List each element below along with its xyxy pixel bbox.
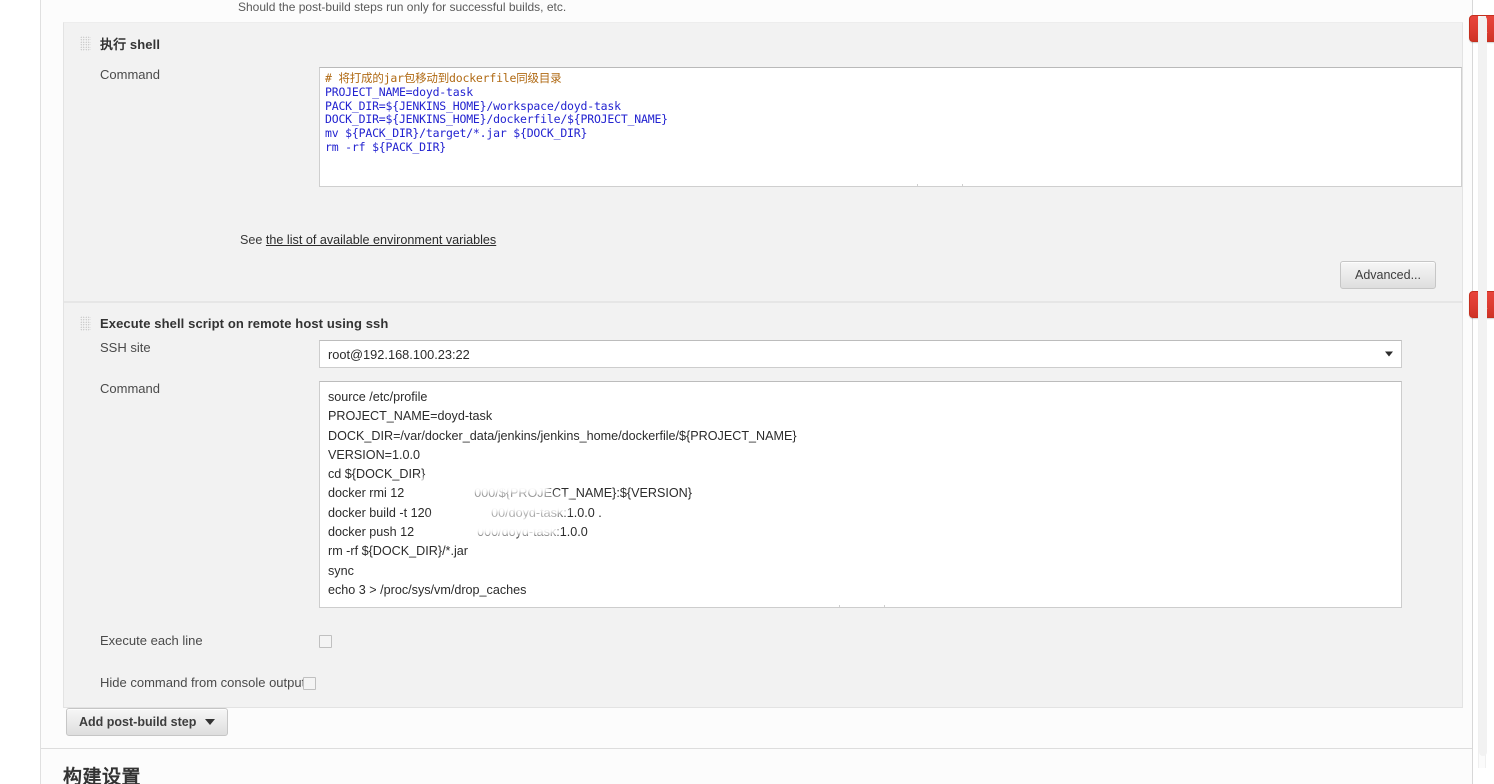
add-post-build-step-button[interactable]: Add post-build step xyxy=(66,708,229,736)
command-line: sync xyxy=(328,563,354,578)
section-divider xyxy=(41,748,1472,749)
chevron-down-icon xyxy=(205,719,216,725)
command-line: docker rmi 12 000/${PROJECT_NAME}:${VERS… xyxy=(328,486,692,501)
env-variables-prefix: See xyxy=(240,233,266,247)
hide-command-checkbox[interactable] xyxy=(303,676,316,690)
env-variables-link[interactable]: the list of available environment variab… xyxy=(266,233,496,247)
build-settings-heading: 构建设置 xyxy=(63,767,142,784)
command-line: rm -rf ${DOCK_DIR}/*.jar xyxy=(328,544,468,559)
command-line: DOCK_DIR=/var/docker_data/jenkins/jenkin… xyxy=(328,428,797,443)
code-line: PROJECT_NAME=doyd-task xyxy=(325,84,473,99)
command-line: source /etc/profile xyxy=(328,390,428,404)
code-line: PACK_DIR=${JENKINS_HOME}/workspace/doyd-… xyxy=(325,98,621,113)
code-line: # 将打成的jar包移动到dockerfile同级目录 xyxy=(325,71,562,85)
command-line: docker push 12 000/doyd-task:1.0.0 xyxy=(328,525,588,540)
page-scrollbar-thumb[interactable] xyxy=(1479,16,1487,756)
execute-shell-command-row: Command # 将打成的jar包移动到dockerfile同级目录 PROJ… xyxy=(64,67,1462,187)
hide-command-row: Hide command from console output xyxy=(64,675,1462,691)
chevron-down-icon xyxy=(1385,351,1393,357)
execute-shell-command-textarea[interactable]: # 将打成的jar包移动到dockerfile同级目录 PROJECT_NAME… xyxy=(319,67,1462,187)
env-variables-line: See the list of available environment va… xyxy=(240,233,496,247)
execute-ssh-title: Execute shell script on remote host usin… xyxy=(100,315,389,331)
ssh-command-row: Command source /etc/profile PROJECT_NAME… xyxy=(64,381,1462,608)
execute-shell-title: 执行 shell xyxy=(100,36,161,52)
add-post-build-step-label: Add post-build step xyxy=(79,715,197,729)
code-line: mv ${PACK_DIR}/target/*.jar ${DOCK_DIR} xyxy=(325,126,588,141)
execute-each-line-label: Execute each line xyxy=(100,633,203,648)
command-line: cd ${DOCK_DIR} xyxy=(328,467,426,482)
ssh-site-value: root@192.168.100.23:22 xyxy=(328,346,470,362)
code-line: DOCK_DIR=${JENKINS_HOME}/dockerfile/${PR… xyxy=(325,112,668,127)
command-line: VERSION=1.0.0 xyxy=(328,447,421,462)
execute-ssh-header: Execute shell script on remote host usin… xyxy=(64,303,1462,343)
code-line: rm -rf ${PACK_DIR} xyxy=(325,139,447,154)
post-build-hint-text: Should the post-build steps run only for… xyxy=(238,0,567,14)
textarea-resize-handle[interactable] xyxy=(839,605,885,607)
command-line: PROJECT_NAME=doyd-task xyxy=(328,409,493,424)
ssh-site-label: SSH site xyxy=(100,340,151,355)
command-line: echo 3 > /proc/sys/vm/drop_caches xyxy=(328,582,527,597)
ssh-site-row: SSH site root@192.168.100.23:22 xyxy=(64,340,1462,368)
left-column-border xyxy=(40,0,41,784)
drag-handle-icon[interactable] xyxy=(80,35,91,51)
execute-shell-command-label: Command xyxy=(100,67,160,82)
drag-handle-icon[interactable] xyxy=(80,315,91,331)
hide-command-label: Hide command from console output xyxy=(100,675,306,690)
execute-shell-header: 执行 shell xyxy=(64,23,1462,63)
textarea-resize-handle[interactable] xyxy=(917,184,963,186)
page-scrollbar-track[interactable] xyxy=(1478,16,1487,768)
build-step-execute-shell: 执行 shell X ? Command # 将打成的jar包移动到docker… xyxy=(64,15,1494,301)
ssh-site-select[interactable]: root@192.168.100.23:22 xyxy=(319,340,1402,368)
command-line: docker build -t 120 00/doyd-task:1.0.0 . xyxy=(328,505,602,520)
advanced-button[interactable]: Advanced... xyxy=(1339,261,1436,289)
jenkins-job-config-page: Should the post-build steps run only for… xyxy=(0,0,1494,784)
execute-each-line-row: Execute each line xyxy=(64,633,1462,649)
build-step-execute-ssh: Execute shell script on remote host usin… xyxy=(64,291,1494,705)
ssh-command-textarea[interactable]: source /etc/profile PROJECT_NAME=doyd-ta… xyxy=(319,381,1402,608)
add-post-build-step-wrap: Add post-build step xyxy=(66,708,229,736)
post-build-steps-container: 执行 shell X ? Command # 将打成的jar包移动到docker… xyxy=(63,15,1494,708)
ssh-command-label: Command xyxy=(100,381,160,396)
execute-each-line-checkbox[interactable] xyxy=(319,634,332,648)
